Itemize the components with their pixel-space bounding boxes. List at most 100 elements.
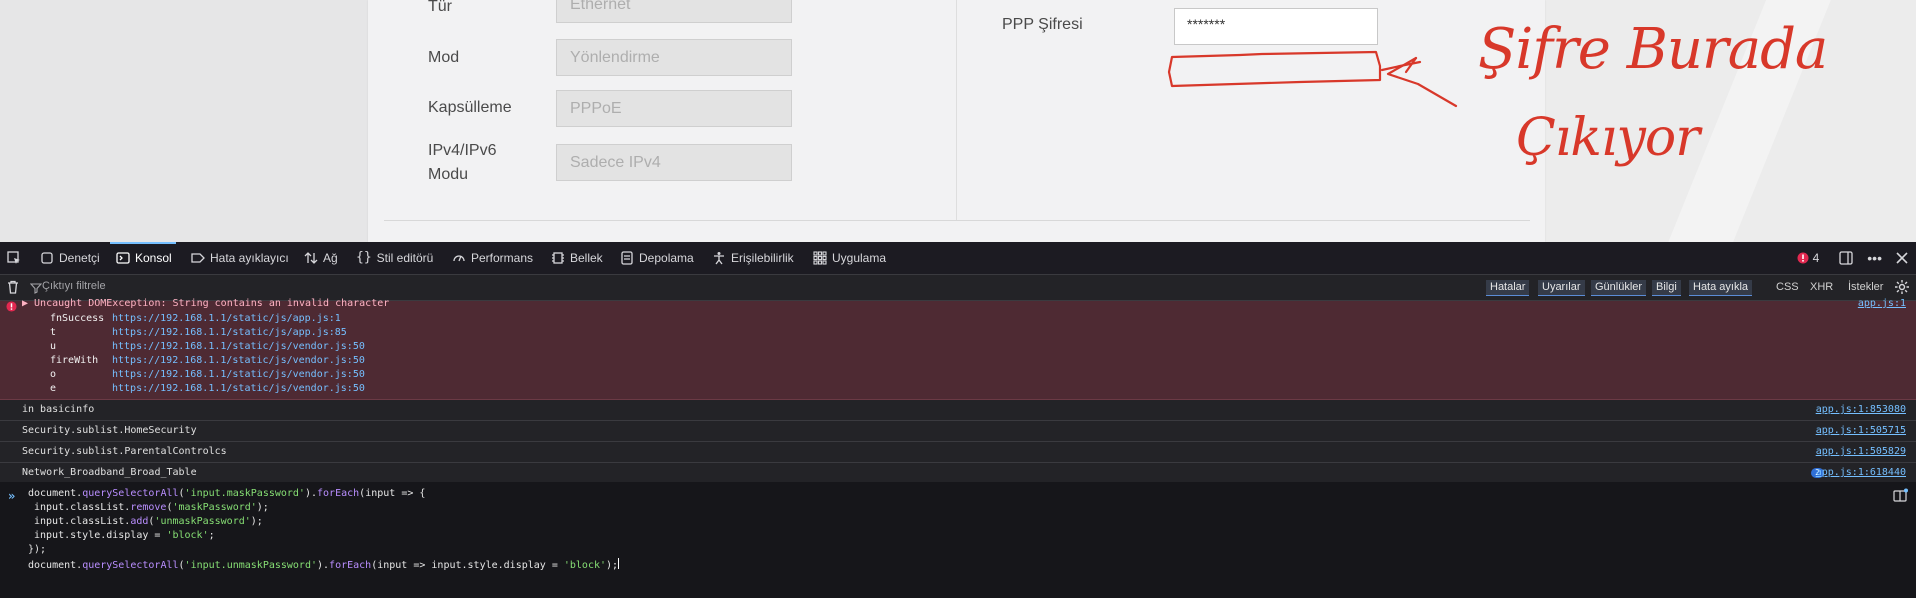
stack-frame: o https://192.168.1.1/static/js/vendor.js… <box>50 369 365 380</box>
log-row: Security.sublist.HomeSecurity app.js:1:5… <box>0 421 1916 442</box>
tab-network[interactable]: Ağ <box>304 242 338 274</box>
console-input[interactable]: » document.querySelectorAll('input.maskP… <box>0 482 1916 598</box>
mode-field[interactable]: Yönlendirme <box>556 39 792 76</box>
ip-mode-field[interactable]: Sadece IPv4 <box>556 144 792 181</box>
code-line-1: document.querySelectorAll('input.maskPas… <box>28 488 426 499</box>
debugger-icon <box>191 253 205 263</box>
console-icon <box>116 252 130 264</box>
code-line-2: input.classList.remove('maskPassword'); <box>34 502 269 513</box>
editor-mode-icon[interactable] <box>1892 488 1908 504</box>
tab-console[interactable]: Konsol <box>110 242 176 274</box>
level-info[interactable]: Bilgi <box>1652 280 1681 296</box>
filter-xhr[interactable]: XHR <box>1810 280 1833 295</box>
element-picker-button[interactable] <box>6 242 22 274</box>
level-debug[interactable]: Hata ayıkla <box>1689 280 1753 296</box>
tab-memory[interactable]: Bellek <box>551 242 603 274</box>
tab-accessibility-label: Erişilebilirlik <box>731 251 794 265</box>
tab-debugger[interactable]: Hata ayıklayıcı <box>191 242 289 274</box>
level-logs[interactable]: Günlükler <box>1591 280 1647 296</box>
code-line-6: document.querySelectorAll('input.unmaskP… <box>28 558 620 571</box>
storage-icon <box>621 251 633 265</box>
application-icon <box>813 251 827 265</box>
tab-performance[interactable]: Performans <box>452 242 533 274</box>
card-divider <box>384 220 1530 221</box>
settings-card: Tür Ethernet Mod Yönlendirme Kapsülleme … <box>368 0 1545 242</box>
stack-fn: t <box>50 327 57 338</box>
tab-style-editor[interactable]: {} Stil editörü <box>356 242 433 274</box>
inspector-icon <box>41 252 53 264</box>
stack-frame: e https://192.168.1.1/static/js/vendor.js… <box>50 383 365 394</box>
mode-label: Mod <box>428 49 460 66</box>
more-options-icon[interactable]: ••• <box>1867 250 1882 266</box>
devtools-panel: Denetçi Konsol Hata ayıklayıcı Ağ {} Sti… <box>0 242 1916 598</box>
stack-frame: t https://192.168.1.1/static/js/app.js:85 <box>50 327 347 338</box>
type-field[interactable]: Ethernet <box>556 0 792 23</box>
stack-fn: e <box>50 383 57 394</box>
tab-memory-label: Bellek <box>570 251 603 265</box>
filter-icon <box>30 283 42 294</box>
router-settings-page: Tür Ethernet Mod Yönlendirme Kapsülleme … <box>0 0 1916 242</box>
stack-url[interactable]: https://192.168.1.1/static/js/vendor.js:… <box>112 341 365 352</box>
tab-storage[interactable]: Depolama <box>620 242 694 274</box>
log-source-link[interactable]: app.js:1:505829 <box>1816 446 1906 457</box>
error-text[interactable]: ▶ Uncaught DOMException: String contains… <box>22 298 389 309</box>
column-divider <box>956 0 957 220</box>
tab-application[interactable]: Uygulama <box>813 242 886 274</box>
level-errors[interactable]: Hatalar <box>1486 280 1530 296</box>
error-icon <box>1797 252 1809 264</box>
stack-fn: u <box>50 341 57 352</box>
console-output: ▶ Uncaught DOMException: String contains… <box>0 298 1916 509</box>
log-text: Security.sublist.ParentalControlcs <box>22 446 227 457</box>
log-text: Security.sublist.HomeSecurity <box>22 425 197 436</box>
ppp-password-field[interactable]: ******* <box>1174 8 1378 45</box>
filter-input[interactable]: Çıktıyı filtrele <box>42 280 106 292</box>
performance-icon <box>453 255 465 262</box>
stack-url[interactable]: https://192.168.1.1/static/js/app.js:85 <box>112 327 347 338</box>
tab-console-label: Konsol <box>135 251 172 265</box>
stack-fn: fireWith <box>50 355 99 366</box>
tab-inspector[interactable]: Denetçi <box>40 242 100 274</box>
dock-side-icon[interactable] <box>1837 249 1855 267</box>
log-source-link[interactable]: app.js:1:853080 <box>1816 404 1906 415</box>
stack-url[interactable]: https://192.168.1.1/static/js/vendor.js:… <box>112 369 365 380</box>
tab-debugger-label: Hata ayıklayıcı <box>210 251 289 265</box>
settings-gear-icon[interactable] <box>1894 279 1910 295</box>
stack-frame: u https://192.168.1.1/static/js/vendor.js… <box>50 341 365 352</box>
log-source-link[interactable]: app.js:1:505715 <box>1816 425 1906 436</box>
element-picker-icon <box>7 251 20 264</box>
page-background-left <box>0 0 368 242</box>
log-source-link[interactable]: app.js:1:618440 <box>1816 467 1906 478</box>
log-row: Security.sublist.ParentalControlcs app.j… <box>0 442 1916 463</box>
stack-fn: fnSuccess <box>50 313 105 324</box>
code-line-3: input.classList.add('unmaskPassword'); <box>34 516 263 527</box>
error-count: 4 <box>1812 251 1820 265</box>
filter-requests[interactable]: İstekler <box>1848 280 1883 295</box>
close-icon[interactable] <box>1894 250 1910 266</box>
tab-inspector-label: Denetçi <box>59 251 100 265</box>
filter-css[interactable]: CSS <box>1776 280 1799 295</box>
code-line-4: input.style.display = 'block'; <box>34 530 215 541</box>
stack-frame: fnSuccess https://192.168.1.1/static/js/a… <box>50 313 341 324</box>
tab-accessibility[interactable]: Erişilebilirlik <box>712 242 794 274</box>
style-editor-icon: {} <box>356 250 372 265</box>
stack-url[interactable]: https://192.168.1.1/static/js/app.js:1 <box>112 313 341 324</box>
level-warnings[interactable]: Uyarılar <box>1538 280 1585 296</box>
tab-storage-label: Depolama <box>639 251 694 265</box>
network-icon <box>304 252 318 264</box>
console-prompt-icon: » <box>8 489 16 503</box>
ppp-password-label: PPP Şifresi <box>1002 16 1083 33</box>
tab-network-label: Ağ <box>323 251 338 265</box>
stack-fn: o <box>50 369 57 380</box>
error-source-link[interactable]: app.js:1 <box>1858 298 1906 309</box>
encapsulation-label: Kapsülleme <box>428 99 512 116</box>
log-row: Network_Broadband_Broad_Table 2 app.js:1… <box>0 463 1916 484</box>
type-label: Tür <box>428 0 452 15</box>
stack-url[interactable]: https://192.168.1.1/static/js/vendor.js:… <box>112 355 365 366</box>
error-counter[interactable]: 4 <box>1797 251 1820 265</box>
log-row: in basicinfo app.js:1:853080 <box>0 400 1916 421</box>
accessibility-icon <box>714 252 724 265</box>
trash-icon[interactable] <box>5 279 21 295</box>
stack-url[interactable]: https://192.168.1.1/static/js/vendor.js:… <box>112 383 365 394</box>
encapsulation-field[interactable]: PPPoE <box>556 90 792 127</box>
tab-style-editor-label: Stil editörü <box>376 251 434 265</box>
